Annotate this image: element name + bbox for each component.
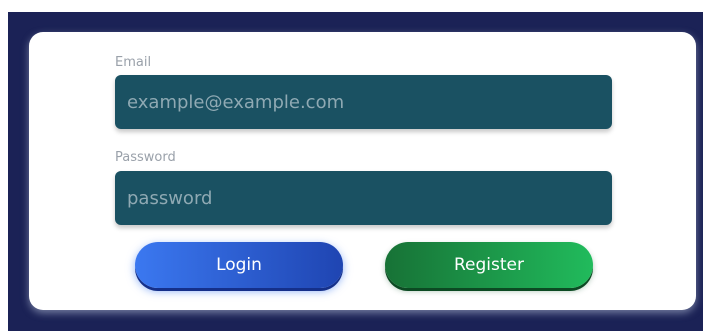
login-card: Email Password Login Register [29,32,696,310]
password-field[interactable] [115,171,612,225]
register-button[interactable]: Register [385,242,593,288]
password-label: Password [115,150,176,165]
email-label: Email [115,55,152,70]
email-field[interactable] [115,75,612,129]
login-button[interactable]: Login [135,242,343,288]
